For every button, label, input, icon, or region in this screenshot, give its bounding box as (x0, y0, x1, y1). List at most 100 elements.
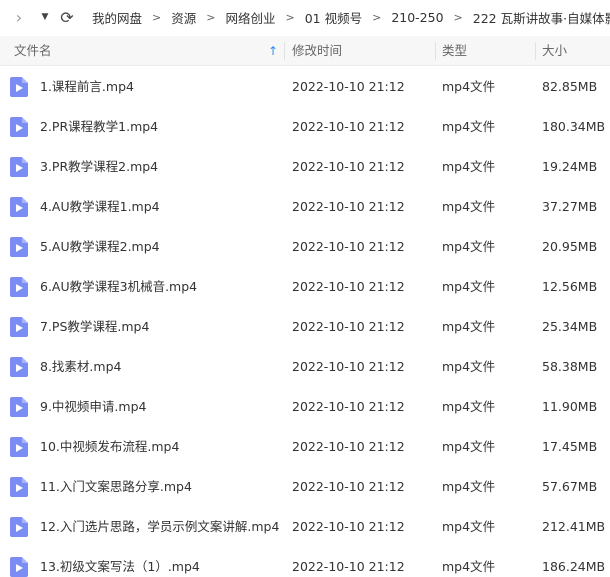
file-name[interactable]: 4.AU教学课程1.mp4 (40, 187, 280, 227)
file-type: mp4文件 (442, 79, 496, 94)
file-row[interactable]: 11.入门文案思路分享.mp4 2022-10-10 21:12 mp4文件 57.6… (0, 467, 610, 507)
file-name[interactable]: 9.中视频申请.mp4 (40, 387, 280, 427)
refresh-icon[interactable]: ⟳ (56, 8, 78, 27)
file-row[interactable]: 8.找素材.mp4 2022-10-10 21:12 mp4文件 58.38MB (0, 347, 610, 387)
file-modified-time: 2022-10-10 21:12 (292, 159, 405, 174)
column-header: 文件名 ↑ 修改时间 类型 大小 (0, 36, 610, 66)
file-size: 25.34MB (542, 319, 598, 334)
file-size: 12.56MB (542, 279, 598, 294)
breadcrumb-separator-icon: > (453, 10, 463, 24)
navigation-bar: › ▼ ⟳ 我的网盘 > 资源 > 网络创业 >01 视频号 >210-250 >222 瓦斯… (0, 0, 610, 34)
file-modified-time: 2022-10-10 21:12 (292, 79, 405, 94)
breadcrumb-item[interactable]: 210-250 (389, 10, 445, 25)
file-name[interactable]: 8.找素材.mp4 (40, 347, 280, 387)
file-size: 82.85MB (542, 79, 598, 94)
video-file-icon (10, 197, 28, 217)
file-type: mp4文件 (442, 319, 496, 334)
file-modified-time: 2022-10-10 21:12 (292, 519, 405, 534)
arrow-up-icon[interactable]: ↑ (268, 36, 278, 66)
file-row[interactable]: 4.AU教学课程1.mp4 2022-10-10 21:12 mp4文件 37.27M… (0, 187, 610, 227)
chevron-right-icon[interactable]: › (0, 8, 28, 27)
file-row[interactable]: 3.PR教学课程2.mp4 2022-10-10 21:12 mp4文件 19.24M… (0, 147, 610, 187)
breadcrumb-separator-icon: > (372, 10, 382, 24)
file-type: mp4文件 (442, 119, 496, 134)
file-modified-time: 2022-10-10 21:12 (292, 479, 405, 494)
file-type: mp4文件 (442, 279, 496, 294)
file-name[interactable]: 5.AU教学课程2.mp4 (40, 227, 280, 267)
file-size: 19.24MB (542, 159, 598, 174)
file-name[interactable]: 7.PS教学课程.mp4 (40, 307, 280, 347)
column-type[interactable]: 类型 (442, 36, 467, 66)
file-type: mp4文件 (442, 439, 496, 454)
file-row[interactable]: 13.初级文案写法（1）.mp4 2022-10-10 21:12 mp4文件 186… (0, 547, 610, 577)
file-row[interactable]: 12.入门选片思路，学员示例文案讲解.mp4 2022-10-10 21:12 mp… (0, 507, 610, 547)
file-modified-time: 2022-10-10 21:12 (292, 439, 405, 454)
file-type: mp4文件 (442, 199, 496, 214)
file-name[interactable]: 13.初级文案写法（1）.mp4 (40, 547, 280, 577)
file-modified-time: 2022-10-10 21:12 (292, 399, 405, 414)
file-modified-time: 2022-10-10 21:12 (292, 559, 405, 574)
video-file-icon (10, 77, 28, 97)
file-row[interactable]: 7.PS教学课程.mp4 2022-10-10 21:12 mp4文件 25.34MB (0, 307, 610, 347)
file-type: mp4文件 (442, 359, 496, 374)
column-size[interactable]: 大小 (542, 36, 567, 66)
breadcrumb-separator-icon: > (206, 10, 216, 24)
file-size: 37.27MB (542, 199, 598, 214)
file-size: 58.38MB (542, 359, 598, 374)
file-size: 212.41MB (542, 519, 606, 534)
file-row[interactable]: 9.中视频申请.mp4 2022-10-10 21:12 mp4文件 11.90MB (0, 387, 610, 427)
file-size: 17.45MB (542, 439, 598, 454)
file-name[interactable]: 3.PR教学课程2.mp4 (40, 147, 280, 187)
file-row[interactable]: 2.PR课程教学1.mp4 2022-10-10 21:12 mp4文件 180.34… (0, 107, 610, 147)
file-modified-time: 2022-10-10 21:12 (292, 119, 405, 134)
column-divider[interactable] (535, 42, 536, 60)
video-file-icon (10, 357, 28, 377)
file-name[interactable]: 11.入门文案思路分享.mp4 (40, 467, 280, 507)
file-row[interactable]: 5.AU教学课程2.mp4 2022-10-10 21:12 mp4文件 20.95M… (0, 227, 610, 267)
file-name[interactable]: 2.PR课程教学1.mp4 (40, 107, 280, 147)
column-divider[interactable] (435, 42, 436, 60)
video-file-icon (10, 557, 28, 577)
column-name[interactable]: 文件名 ↑ (14, 36, 280, 66)
file-size: 20.95MB (542, 239, 598, 254)
video-file-icon (10, 317, 28, 337)
column-time[interactable]: 修改时间 (292, 36, 342, 66)
file-type: mp4文件 (442, 399, 496, 414)
file-size: 11.90MB (542, 399, 598, 414)
nav-controls: › ▼ ⟳ (0, 8, 78, 27)
breadcrumb-item[interactable]: 网络创业 (223, 8, 277, 27)
file-size: 57.67MB (542, 479, 598, 494)
file-modified-time: 2022-10-10 21:12 (292, 319, 405, 334)
file-list: 1.课程前言.mp4 2022-10-10 21:12 mp4文件 82.85MB 2.… (0, 67, 610, 577)
breadcrumb-separator-icon: > (285, 10, 295, 24)
column-divider[interactable] (284, 42, 285, 60)
file-type: mp4文件 (442, 479, 496, 494)
file-type: mp4文件 (442, 559, 496, 574)
file-row[interactable]: 1.课程前言.mp4 2022-10-10 21:12 mp4文件 82.85MB (0, 67, 610, 107)
breadcrumb-item[interactable]: 01 视频号 (303, 8, 364, 27)
breadcrumb-item[interactable]: 222 瓦斯讲故事·自媒体影视解说 (471, 8, 610, 27)
file-type: mp4文件 (442, 159, 496, 174)
file-name[interactable]: 6.AU教学课程3机械音.mp4 (40, 267, 280, 307)
video-file-icon (10, 237, 28, 257)
file-modified-time: 2022-10-10 21:12 (292, 239, 405, 254)
breadcrumb-item[interactable]: 资源 (169, 8, 198, 27)
video-file-icon (10, 157, 28, 177)
file-type: mp4文件 (442, 239, 496, 254)
caret-down-icon[interactable]: ▼ (34, 12, 56, 22)
file-modified-time: 2022-10-10 21:12 (292, 279, 405, 294)
video-file-icon (10, 517, 28, 537)
video-file-icon (10, 477, 28, 497)
file-row[interactable]: 6.AU教学课程3机械音.mp4 2022-10-10 21:12 mp4文件 12.… (0, 267, 610, 307)
file-name[interactable]: 12.入门选片思路，学员示例文案讲解.mp4 (40, 507, 280, 547)
file-size: 186.24MB (542, 559, 606, 574)
video-file-icon (10, 117, 28, 137)
file-name[interactable]: 10.中视频发布流程.mp4 (40, 427, 280, 467)
file-name[interactable]: 1.课程前言.mp4 (40, 67, 280, 107)
file-size: 180.34MB (542, 119, 606, 134)
breadcrumb-item[interactable]: 我的网盘 (90, 8, 144, 27)
video-file-icon (10, 437, 28, 457)
file-row[interactable]: 10.中视频发布流程.mp4 2022-10-10 21:12 mp4文件 17.45… (0, 427, 610, 467)
video-file-icon (10, 277, 28, 297)
file-type: mp4文件 (442, 519, 496, 534)
